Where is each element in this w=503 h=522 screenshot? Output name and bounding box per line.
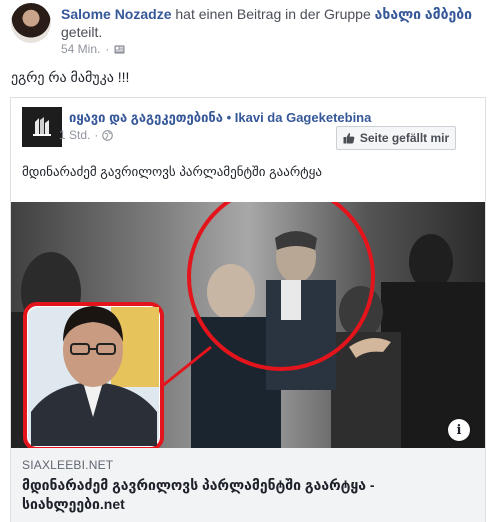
thumbs-up-icon [343,132,355,144]
link-preview-image[interactable]: i [11,202,485,448]
meta-separator: · [94,128,99,142]
group-name-link[interactable]: ახალი ამბები [375,6,472,22]
action-text: hat einen Beitrag in der Gruppe [171,6,375,22]
page-logo-icon [33,117,51,136]
action-suffix: geteilt. [61,24,103,40]
link-domain: SIAXLEEBI.NET [22,458,114,472]
feed-post: Salome Nozadze hat einen Beitrag in der … [0,0,503,522]
shared-post-text: მდინარაძემ გავრილოვს პარლამენტში გაარტყა [22,164,323,179]
author-name-link[interactable]: Salome Nozadze [61,6,171,22]
globe-icon[interactable] [102,129,114,141]
shared-page-name-link[interactable]: იყავი და გაგეკეთებინა • Ikavi da Gageket… [69,110,371,126]
shared-meta: 1 Std. · [59,128,114,142]
news-photo [11,202,485,448]
post-text: ეგრე რა მამუკა !!! [11,69,130,85]
link-preview-footer[interactable]: SIAXLEEBI.NET მდინარაძემ გავრილოვს პარლა… [11,448,485,522]
author-avatar[interactable] [11,3,51,43]
shared-post-card: იყავი და გაგეკეთებინა • Ikavi da Gageket… [10,97,486,522]
like-page-label: Seite gefällt mir [359,131,450,145]
shared-timestamp[interactable]: 1 Std. [59,128,90,142]
post-header: Salome Nozadze hat einen Beitrag in der … [61,5,481,41]
meta-separator: · [105,42,110,56]
post-timestamp[interactable]: 54 Min. [61,42,100,56]
link-title[interactable]: მდინარაძემ გავრილოვს პარლამენტში გაარტყა… [22,476,462,514]
like-page-button[interactable]: Seite gefällt mir [336,126,456,150]
post-meta: 54 Min. · [61,42,125,56]
page-avatar[interactable] [22,107,62,147]
group-audience-icon[interactable] [114,44,125,55]
info-icon[interactable]: i [448,419,470,441]
